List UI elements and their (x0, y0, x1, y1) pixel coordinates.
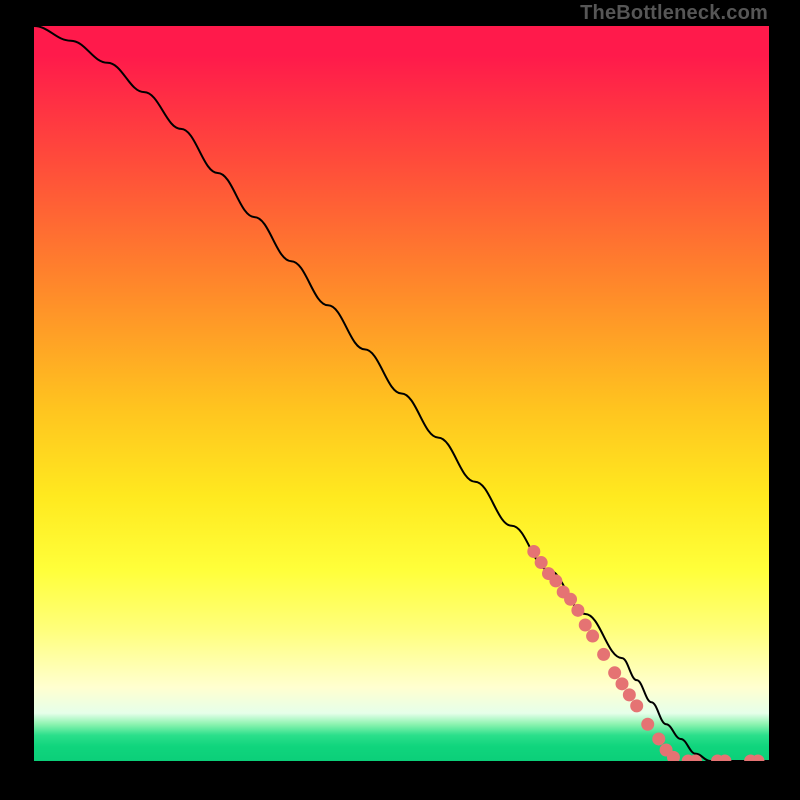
data-marker (535, 556, 548, 569)
data-marker (571, 604, 584, 617)
chart-frame: TheBottleneck.com (0, 0, 800, 800)
data-marker (549, 574, 562, 587)
data-marker (630, 699, 643, 712)
bottleneck-curve (34, 26, 769, 761)
data-marker (579, 619, 592, 632)
plot-area (34, 26, 769, 761)
data-marker (623, 688, 636, 701)
data-marker (564, 593, 577, 606)
data-marker (652, 732, 665, 745)
chart-overlay (34, 26, 769, 761)
marker-group (527, 545, 764, 761)
data-marker (597, 648, 610, 661)
watermark-text: TheBottleneck.com (580, 2, 768, 25)
data-marker (616, 677, 629, 690)
data-marker (608, 666, 621, 679)
data-marker (527, 545, 540, 558)
data-marker (586, 630, 599, 643)
data-marker (641, 718, 654, 731)
